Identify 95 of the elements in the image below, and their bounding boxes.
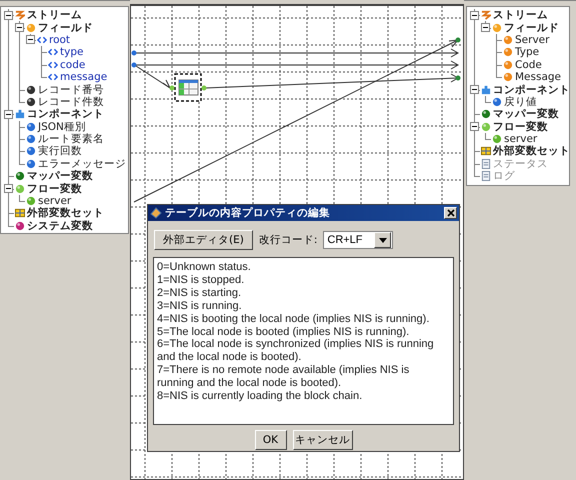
tree-item[interactable]: フィールド [38, 22, 93, 34]
tree-item[interactable]: Message [515, 71, 562, 84]
document-icon [481, 158, 491, 169]
text-line: 4=NIS is booting the local node (implies NIS is running). [157, 312, 430, 326]
tree-item[interactable]: root [49, 34, 70, 46]
tree-item[interactable]: コンポーネント [27, 108, 104, 120]
ball-icon [26, 196, 36, 206]
app-icon [150, 207, 162, 219]
tree-item[interactable]: エラーメッセージ [38, 158, 126, 170]
ball-icon [481, 122, 491, 132]
ball-icon [26, 122, 36, 132]
collapse-toggle-icon[interactable] [4, 110, 13, 119]
grid-icon [15, 208, 25, 218]
collapse-toggle-icon[interactable] [470, 122, 479, 132]
connector-line[interactable] [204, 74, 460, 88]
collapse-toggle-icon[interactable] [4, 10, 13, 20]
external-editor-button[interactable]: 外部エディタ(E) [154, 230, 253, 250]
table-node-icon[interactable] [170, 73, 206, 102]
text-area[interactable] [153, 257, 454, 425]
ball-icon [503, 34, 513, 45]
ball-icon [26, 146, 36, 156]
tree-item[interactable]: 戻り値 [504, 96, 537, 108]
close-icon [446, 209, 454, 217]
connector-line[interactable] [132, 60, 459, 70]
ball-icon [503, 72, 513, 82]
collapse-toggle-icon[interactable] [15, 23, 24, 32]
tree-item[interactable]: message [60, 71, 108, 84]
tree-item[interactable]: server [504, 133, 538, 146]
tree-item[interactable]: レコード番号 [38, 84, 104, 96]
tree-item[interactable]: フロー変数 [493, 120, 548, 133]
dialog-button[interactable]: OK [254, 430, 286, 450]
tree-item[interactable]: マッパー変数 [27, 170, 93, 182]
tree-item[interactable]: フィールド [504, 22, 559, 34]
connector-line[interactable] [136, 66, 170, 88]
ball-icon [492, 22, 502, 33]
text-line: 5=The local node is booted (implies NIS is running). [157, 326, 410, 338]
ball-icon [26, 84, 36, 95]
tree-item[interactable]: マッパー変数 [493, 108, 559, 120]
text-line: 1=NIS is stopped. [157, 274, 246, 287]
tree-item[interactable]: 外部変数セット [27, 207, 104, 220]
tree-item[interactable]: ルート要素名 [38, 133, 104, 146]
text-line: 6=The local node is synchronized (implies NIS is running and the local node is booted). [157, 338, 435, 364]
newline-label: 改行コード: [258, 233, 318, 247]
tree-item[interactable]: Type [515, 46, 540, 58]
tree-item[interactable]: Server [515, 34, 550, 46]
ball-icon [492, 96, 502, 107]
tree-item[interactable]: ストリーム [27, 9, 82, 22]
tree-item[interactable]: システム変数 [27, 220, 93, 232]
ball-icon [503, 60, 513, 70]
collapse-toggle-icon[interactable] [470, 85, 479, 94]
collapse-toggle-icon[interactable] [470, 10, 479, 20]
ball-icon [26, 96, 36, 107]
tree-item[interactable]: Code [515, 58, 542, 71]
ball-icon [26, 158, 36, 169]
ball-icon [15, 220, 25, 231]
text-line: 7=There is no remote node available (implies NIS is running and the local node is booted). [157, 364, 410, 390]
collapse-toggle-icon[interactable] [4, 184, 13, 194]
zigzag-icon [15, 10, 25, 20]
tree-item[interactable]: コンポーネント [493, 84, 570, 96]
tree-item[interactable]: 外部変数セット [493, 145, 570, 158]
tree-item[interactable]: server [38, 195, 72, 208]
angle-brackets-icon [37, 34, 47, 45]
dialog-button[interactable]: キャンセル [292, 430, 352, 450]
close-button[interactable] [444, 207, 457, 219]
collapse-toggle-icon[interactable] [26, 35, 35, 44]
ball-icon [481, 109, 491, 120]
tree-item[interactable]: フロー変数 [27, 182, 82, 195]
document-icon [481, 171, 491, 182]
connector-line[interactable] [132, 48, 459, 58]
text-line: 2=NIS is starting. [157, 286, 242, 300]
ball-icon [503, 47, 513, 58]
zigzag-icon [481, 10, 491, 20]
ball-icon [15, 171, 25, 182]
tree-item[interactable]: code [60, 58, 86, 71]
tree-item[interactable]: JSON種別 [38, 120, 86, 133]
text-line: 0=Unknown status. [157, 261, 252, 274]
ball-icon [15, 184, 25, 194]
ball-icon [26, 22, 36, 33]
dropdown-caret-icon [378, 238, 387, 242]
newline-select[interactable]: CR+LF [323, 231, 394, 249]
angle-brackets-icon [48, 60, 58, 70]
tree-item[interactable]: レコード件数 [38, 96, 104, 108]
angle-brackets-icon [48, 72, 58, 82]
angle-brackets-icon [48, 47, 58, 58]
connector-line[interactable] [134, 38, 460, 202]
tree-item[interactable]: ストリーム [493, 9, 548, 22]
grid-icon [481, 146, 491, 156]
text-line: 8=NIS is currently loading the block chain. [157, 390, 364, 403]
ball-icon [492, 134, 502, 144]
tree-item[interactable]: type [60, 46, 84, 58]
dialog-title: テーブルの内容プロパティの編集 [165, 206, 331, 220]
ball-icon [26, 134, 36, 144]
collapse-toggle-icon[interactable] [481, 23, 490, 32]
text-line: 3=NIS is running. [157, 300, 243, 313]
tree-item[interactable]: 実行回数 [38, 145, 82, 158]
